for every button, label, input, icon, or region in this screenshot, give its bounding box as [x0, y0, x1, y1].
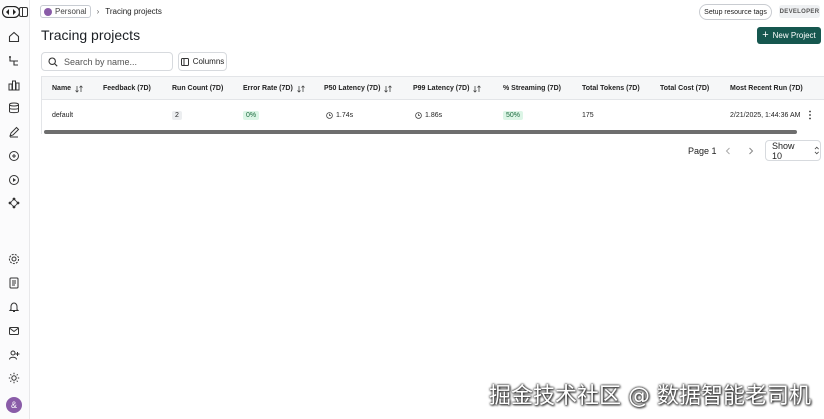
column-header-label: Name	[52, 85, 72, 92]
clock-icon	[326, 111, 333, 119]
setup-resource-tags-button[interactable]: Setup resource tags	[699, 4, 772, 20]
horizontal-scrollbar[interactable]	[44, 130, 797, 134]
run-count-cell: 2	[172, 100, 182, 130]
settings-icon[interactable]	[7, 252, 21, 266]
home-icon[interactable]	[7, 30, 21, 44]
p50-latency-value: 1.74s	[336, 111, 354, 119]
column-header-name[interactable]: Name	[52, 77, 83, 100]
chevron-up-down-icon	[815, 146, 820, 155]
page-size-label: Show 10	[772, 140, 795, 161]
breadcrumb-workspace[interactable]: Personal	[40, 5, 91, 18]
sort-icon[interactable]	[473, 84, 482, 93]
columns-button[interactable]: Columns	[178, 52, 227, 71]
datasets-icon[interactable]	[7, 101, 21, 115]
row-more-icon[interactable]	[808, 100, 812, 130]
column-header-run-count[interactable]: Run Count (7D)	[172, 77, 223, 100]
table-row[interactable]: default 2 0% 1.74s 1.86s 50% 175 2/21/20…	[42, 100, 824, 130]
breadcrumb-current: Tracing projects	[105, 7, 162, 16]
column-header-label: Total Tokens (7D)	[582, 85, 640, 92]
new-project-button[interactable]: + New Project	[757, 27, 821, 44]
new-project-label: New Project	[772, 31, 816, 40]
streaming-badge: 50%	[503, 110, 524, 120]
breadcrumb-workspace-label: Personal	[55, 7, 87, 16]
search-icon	[48, 56, 58, 67]
notifications-icon[interactable]	[7, 300, 21, 314]
column-header-most-recent-run[interactable]: Most Recent Run (7D)	[730, 77, 803, 100]
projects-table: Name Feedback (7D) Run Count (7D) Error …	[41, 76, 824, 134]
watermark: 掘金技术社区 @ 数据智能老司机	[489, 384, 811, 409]
column-header-label: % Streaming (7D)	[503, 85, 561, 92]
next-page-icon[interactable]	[745, 145, 757, 157]
annotate-icon[interactable]	[7, 125, 21, 139]
column-header-label: Feedback (7D)	[103, 85, 151, 92]
table-header: Name Feedback (7D) Run Count (7D) Error …	[42, 77, 824, 100]
search-input[interactable]	[64, 56, 164, 67]
total-tokens-cell: 175	[582, 111, 594, 119]
chat-icon[interactable]	[7, 149, 21, 163]
collapse-sidebar-icon[interactable]	[19, 7, 28, 17]
add-user-icon[interactable]	[7, 348, 21, 362]
columns-icon	[180, 57, 189, 66]
column-header-feedback[interactable]: Feedback (7D)	[103, 77, 151, 100]
langsmith-logo-icon[interactable]	[2, 6, 20, 18]
column-header-total-tokens[interactable]: Total Tokens (7D)	[582, 77, 640, 100]
project-name-cell[interactable]: default	[52, 100, 73, 130]
monitor-icon[interactable]	[7, 78, 21, 92]
p99-latency-value: 1.86s	[425, 111, 443, 119]
streaming-cell: 50%	[503, 100, 524, 130]
run-count-badge: 2	[172, 110, 182, 120]
tracing-icon[interactable]	[7, 54, 21, 68]
search-box	[41, 52, 173, 71]
theme-icon[interactable]	[7, 371, 21, 385]
p50-latency-cell: 1.74s	[326, 100, 353, 130]
deployments-icon[interactable]	[7, 196, 21, 210]
docs-icon[interactable]	[7, 276, 21, 290]
developer-badge: DEVELOPER	[779, 5, 820, 18]
error-rate-badge: 0%	[243, 110, 260, 120]
column-header-error-rate[interactable]: Error Rate (7D)	[243, 77, 305, 100]
plus-icon: +	[762, 29, 769, 41]
breadcrumb: Personal › Tracing projects	[40, 5, 162, 18]
clock-icon	[415, 111, 422, 119]
page-title: Tracing projects	[41, 27, 141, 43]
sort-icon[interactable]	[297, 84, 305, 93]
avatar[interactable]: &	[6, 397, 22, 413]
left-sidebar: &	[0, 0, 30, 419]
error-rate-cell: 0%	[243, 100, 260, 130]
playground-icon[interactable]	[7, 173, 21, 187]
sort-icon[interactable]	[384, 84, 393, 93]
column-header-label: Total Cost (7D)	[660, 85, 710, 92]
columns-label: Columns	[192, 57, 225, 66]
breadcrumb-separator: ›	[96, 7, 100, 16]
page-size-select[interactable]: Show 10	[765, 140, 821, 161]
column-header-streaming[interactable]: % Streaming (7D)	[503, 77, 561, 100]
column-header-label: Most Recent Run (7D)	[730, 85, 803, 92]
inbox-icon[interactable]	[7, 324, 21, 338]
sort-icon[interactable]	[75, 84, 83, 93]
most-recent-run-cell: 2/21/2025, 1:44:36 AM	[730, 111, 801, 119]
column-header-label: P99 Latency (7D)	[413, 85, 470, 92]
column-header-total-cost[interactable]: Total Cost (7D)	[660, 77, 709, 100]
column-header-p99-latency[interactable]: P99 Latency (7D)	[413, 77, 482, 100]
column-header-p50-latency[interactable]: P50 Latency (7D)	[324, 77, 393, 100]
column-header-label: Error Rate (7D)	[243, 85, 293, 92]
column-header-label: Run Count (7D)	[172, 85, 224, 92]
previous-page-icon[interactable]	[722, 145, 734, 157]
workspace-avatar-icon	[44, 7, 52, 16]
p99-latency-cell: 1.86s	[415, 100, 442, 130]
page-indicator: Page 1	[688, 146, 717, 156]
column-header-label: P50 Latency (7D)	[324, 85, 381, 92]
